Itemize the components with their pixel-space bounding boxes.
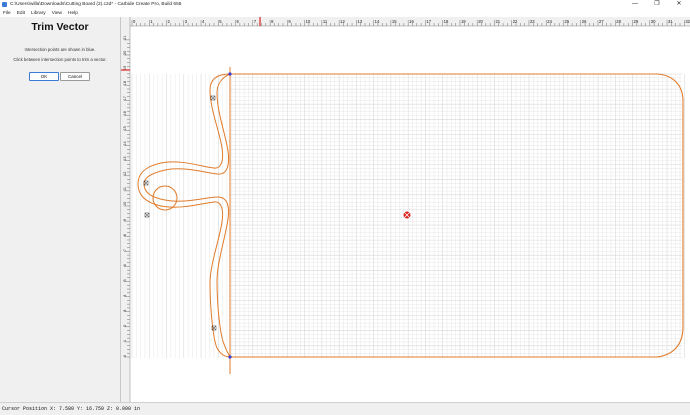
title-bar: C:\Users\willa\Downloads\Cutting Board (… bbox=[0, 0, 690, 9]
ruler-label: 0 bbox=[123, 355, 127, 357]
ruler-label: 9 bbox=[123, 219, 127, 221]
ruler-label: 5 bbox=[123, 279, 127, 281]
ruler-label: 24 bbox=[547, 19, 552, 24]
ruler-label: 17 bbox=[123, 96, 127, 100]
ruler-label: 10 bbox=[306, 19, 311, 24]
status-bar: Cursor Position X: 7.580 Y: 16.750 Z: 0.… bbox=[0, 402, 690, 415]
cursor-position-readout: Cursor Position X: 7.580 Y: 16.750 Z: 0.… bbox=[2, 406, 141, 412]
canvas-area[interactable]: 0 1 2 3 4 5 6 7 8 9 10 11 12 13 14 15 16 17 18 19 20 21 22 23 24… bbox=[121, 17, 690, 402]
maximize-icon[interactable]: ❐ bbox=[646, 0, 668, 9]
menu-library[interactable]: Library bbox=[28, 11, 49, 16]
ruler-label: 11 bbox=[123, 187, 127, 191]
ruler-label: 2 bbox=[123, 325, 127, 327]
instruction-line-2: Click between intersection points to tri… bbox=[13, 57, 107, 62]
ruler-label: 11 bbox=[323, 19, 328, 24]
ruler-label: 20 bbox=[123, 51, 127, 55]
origin-marker-icon bbox=[403, 211, 411, 219]
ruler-label: 13 bbox=[123, 156, 127, 160]
menu-bar: File Edit Library View Help bbox=[0, 9, 690, 17]
ruler-label: 31 bbox=[668, 19, 673, 24]
ok-button[interactable]: OK bbox=[29, 72, 59, 81]
ruler-label: 22 bbox=[513, 19, 518, 24]
app-icon bbox=[2, 2, 7, 7]
ruler-label: 16 bbox=[123, 111, 127, 115]
window-controls: — ❐ ✕ bbox=[624, 0, 690, 9]
canvas[interactable]: 0 1 2 3 4 5 6 7 8 9 10 11 12 13 14 15 16 17 18 19 20 21 22 23 24… bbox=[121, 17, 690, 402]
menu-file[interactable]: File bbox=[0, 11, 14, 16]
menu-help[interactable]: Help bbox=[65, 11, 81, 16]
ruler-label: 26 bbox=[582, 19, 587, 24]
ruler-label: 12 bbox=[123, 172, 127, 176]
ruler-label: 3 bbox=[123, 310, 127, 312]
instruction-line-1: Intersection points are shown in blue. bbox=[24, 47, 96, 52]
minimize-icon[interactable]: — bbox=[624, 0, 646, 9]
ruler-label: 21 bbox=[495, 19, 500, 24]
menu-view[interactable]: View bbox=[49, 11, 65, 16]
ruler-label: 12 bbox=[340, 19, 345, 24]
ruler-label: 21 bbox=[123, 36, 127, 40]
ruler-label: 20 bbox=[478, 19, 483, 24]
ruler-label: 1 bbox=[123, 340, 127, 342]
left-ruler: 0123456789101112131415161718192021 bbox=[121, 17, 131, 402]
intersection-point bbox=[228, 355, 232, 359]
ruler-label: 16 bbox=[409, 19, 414, 24]
ruler-label: 15 bbox=[123, 126, 127, 130]
intersection-point bbox=[228, 72, 232, 76]
ruler-label: 13 bbox=[357, 19, 362, 24]
panel-title: Trim Vector bbox=[31, 21, 89, 33]
ruler-label: 18 bbox=[123, 81, 127, 85]
trim-vector-panel: Trim Vector Intersection points are show… bbox=[0, 17, 121, 402]
ruler-label: 23 bbox=[530, 19, 535, 24]
ruler-label: 10 bbox=[123, 202, 127, 206]
ruler-label: 7 bbox=[123, 249, 127, 251]
top-ruler: 0 1 2 3 4 5 6 7 8 9 10 11 12 13 14 15 16 17 18 19 20 21 22 23 24… bbox=[121, 17, 690, 27]
ruler-label: 18 bbox=[444, 19, 449, 24]
ruler-label: 14 bbox=[375, 19, 380, 24]
ruler-label: 27 bbox=[599, 19, 604, 24]
ruler-label: 15 bbox=[392, 19, 397, 24]
ruler-label: 19 bbox=[461, 19, 466, 24]
ruler-label: 6 bbox=[123, 264, 127, 266]
ruler-label: 28 bbox=[616, 19, 621, 24]
ruler-label: 30 bbox=[651, 19, 656, 24]
canvas-background bbox=[121, 17, 690, 402]
close-icon[interactable]: ✕ bbox=[668, 0, 690, 9]
ruler-label: 25 bbox=[565, 19, 570, 24]
menu-edit[interactable]: Edit bbox=[14, 11, 28, 16]
window-title: C:\Users\willa\Downloads\Cutting Board (… bbox=[10, 2, 182, 7]
ruler-label: 4 bbox=[123, 294, 127, 296]
ruler-label: 32 bbox=[685, 19, 690, 24]
cancel-button[interactable]: Cancel bbox=[60, 72, 90, 81]
ruler-label: 14 bbox=[123, 141, 127, 145]
ruler-label: 8 bbox=[123, 234, 127, 236]
ruler-label: 29 bbox=[634, 19, 639, 24]
ruler-label: 17 bbox=[426, 19, 431, 24]
